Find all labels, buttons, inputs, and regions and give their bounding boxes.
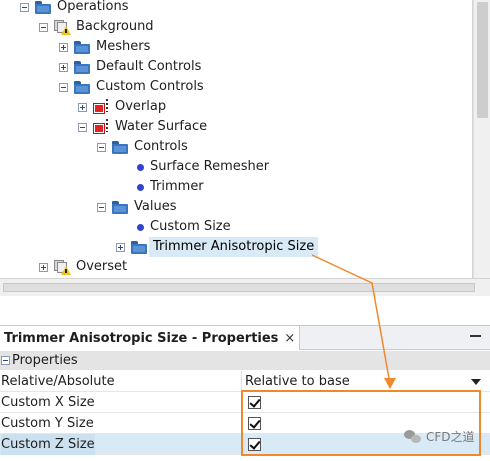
tree-horizontal-scrollbar[interactable] xyxy=(0,278,490,296)
tree-node-default-controls[interactable]: Default Controls xyxy=(59,57,201,77)
collapse-toggle-icon[interactable] xyxy=(20,2,29,12)
expand-toggle-icon[interactable] xyxy=(59,62,68,72)
folder-icon xyxy=(74,80,90,94)
folder-icon xyxy=(74,40,90,54)
close-icon[interactable]: × xyxy=(284,331,295,346)
simulation-tree-panel: Operations Background Meshers Default Co… xyxy=(0,0,490,296)
collapse-toggle-icon[interactable] xyxy=(97,202,106,212)
tree-node-label: Values xyxy=(134,199,177,214)
properties-section-header[interactable]: Properties xyxy=(0,351,490,370)
property-name: Custom X Size xyxy=(1,395,95,410)
tree-node-custom-controls[interactable]: Custom Controls xyxy=(59,77,204,97)
tree-node-label: Overset xyxy=(76,259,128,274)
tree-node-label: Trimmer xyxy=(150,179,204,194)
dropdown-value: Relative to base xyxy=(245,374,350,389)
tree-node-trimmer-anisotropic-size[interactable]: Trimmer Anisotropic Size xyxy=(116,237,319,257)
tree-node-label: Custom Size xyxy=(150,219,231,234)
minimize-icon[interactable] xyxy=(470,335,481,337)
folder-icon xyxy=(112,200,128,214)
tree-node-label: Operations xyxy=(57,0,129,14)
dropdown-arrow-icon[interactable] xyxy=(471,379,481,385)
properties-tab[interactable]: Trimmer Anisotropic Size - Properties × xyxy=(0,326,301,350)
blue-dot-icon xyxy=(137,223,144,231)
expand-toggle-icon[interactable] xyxy=(78,102,87,112)
blue-dot-icon xyxy=(137,163,144,171)
tree-node-surface-remesher[interactable]: Surface Remesher xyxy=(133,157,269,177)
tree-node-label: Surface Remesher xyxy=(150,159,270,174)
tree-node-meshers[interactable]: Meshers xyxy=(59,37,150,57)
tree-node-label: Controls xyxy=(134,139,188,154)
property-row-relative-absolute: Relative/Absolute Relative to base xyxy=(0,371,490,392)
folder-icon xyxy=(74,60,90,74)
operation-warning-icon xyxy=(53,19,71,35)
tree-node-controls[interactable]: Controls xyxy=(97,137,188,157)
tree-node-background[interactable]: Background xyxy=(39,17,154,37)
scrollbar-thumb[interactable] xyxy=(3,283,475,292)
property-name: Custom Z Size xyxy=(1,434,95,455)
expand-toggle-icon[interactable] xyxy=(116,242,125,252)
tree-node-values[interactable]: Values xyxy=(97,197,176,217)
expand-toggle-icon[interactable] xyxy=(59,42,68,52)
tree-node-overlap[interactable]: Overlap xyxy=(78,97,166,117)
folder-icon xyxy=(131,240,147,254)
tree-node-operations[interactable]: Operations xyxy=(20,0,128,17)
expand-toggle-icon[interactable] xyxy=(39,262,48,272)
blue-dot-icon xyxy=(137,183,144,191)
scrollbar-thumb[interactable] xyxy=(477,2,488,118)
watermark-text: CFD之道 xyxy=(426,430,475,444)
section-title: Properties xyxy=(12,353,78,368)
operation-warning-icon xyxy=(53,259,71,275)
folder-icon xyxy=(112,140,128,154)
tree-node-trimmer[interactable]: Trimmer xyxy=(133,177,204,197)
custom-control-icon xyxy=(92,99,109,115)
collapse-toggle-icon[interactable] xyxy=(97,142,106,152)
tree-node-label-selected: Trimmer Anisotropic Size xyxy=(149,237,319,257)
collapse-toggle-icon[interactable] xyxy=(39,22,48,32)
relative-absolute-dropdown[interactable]: Relative to base xyxy=(241,371,490,392)
collapse-toggle-icon[interactable] xyxy=(1,356,10,365)
folder-icon xyxy=(35,0,51,14)
annotation-highlight-box xyxy=(241,390,481,456)
property-name: Relative/Absolute xyxy=(1,374,115,389)
property-name: Custom Y Size xyxy=(1,416,94,431)
wechat-icon xyxy=(404,429,422,444)
custom-control-icon xyxy=(92,119,109,135)
panel-divider xyxy=(0,296,490,324)
tree-node-overset[interactable]: Overset xyxy=(39,257,127,277)
properties-tab-title: Trimmer Anisotropic Size - Properties xyxy=(4,330,279,346)
tree-node-label: Water Surface xyxy=(115,119,208,134)
simulation-tree: Operations Background Meshers Default Co… xyxy=(0,0,473,278)
watermark: CFD之道 xyxy=(404,428,475,445)
tree-node-label: Background xyxy=(76,19,154,34)
tree-node-label: Overlap xyxy=(115,99,167,114)
properties-header: Trimmer Anisotropic Size - Properties × xyxy=(0,326,490,350)
collapse-toggle-icon[interactable] xyxy=(78,122,87,132)
tree-node-label: Meshers xyxy=(96,39,151,54)
collapse-toggle-icon[interactable] xyxy=(59,82,68,92)
tree-node-label: Default Controls xyxy=(96,59,202,74)
tree-node-custom-size[interactable]: Custom Size xyxy=(133,217,231,237)
tree-vertical-scrollbar[interactable] xyxy=(473,0,490,278)
tree-node-label: Custom Controls xyxy=(96,79,204,94)
tree-node-water-surface[interactable]: Water Surface xyxy=(78,117,207,137)
